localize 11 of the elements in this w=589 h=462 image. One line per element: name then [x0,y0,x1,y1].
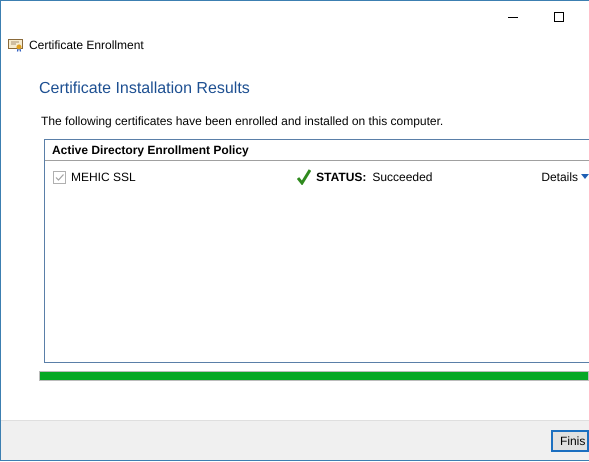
policy-title: Active Directory Enrollment Policy [45,140,589,161]
finish-button[interactable]: Finis [551,430,589,452]
status-label: STATUS: [316,170,366,184]
certificate-name: MEHIC SSL [71,170,136,184]
page-heading: Certificate Installation Results [39,80,251,99]
description-text: The following certificates have been enrolled and installed on this computer. [41,114,444,130]
certificate-icon [8,38,24,52]
window-title: Certificate Enrollment [29,38,144,52]
status-value: Succeeded [372,170,432,184]
maximize-icon[interactable] [553,10,565,22]
caret-icon [581,174,589,180]
